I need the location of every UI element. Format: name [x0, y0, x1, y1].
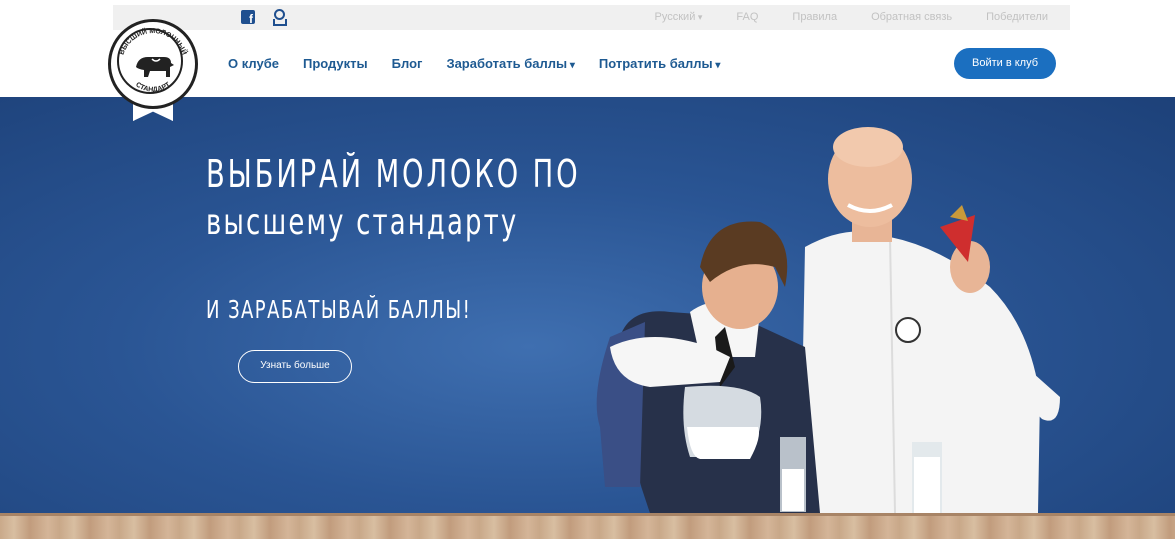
- logo-cow-icon: ВЫСШИЙ МОЛОЧНЫЙ СТАНДАРТ: [119, 27, 190, 94]
- hero-subheadline: И ЗАРАБАТЫВАЙ БАЛЛЫ!: [206, 295, 472, 324]
- facebook-icon[interactable]: [241, 10, 255, 26]
- nav-item-products[interactable]: Продукты: [303, 56, 368, 71]
- nav-item-spend-points[interactable]: Потратить баллы: [599, 56, 721, 71]
- nav-item-earn-points[interactable]: Заработать баллы: [446, 56, 574, 71]
- top-links: Русский FAQ Правила Обратная связь Побед…: [621, 11, 1048, 23]
- hero-headline-line-2: высшему стандарту: [206, 202, 519, 243]
- faq-link[interactable]: FAQ: [736, 11, 758, 23]
- login-button[interactable]: Войти в клуб: [954, 48, 1056, 79]
- language-selector[interactable]: Русский: [655, 11, 703, 23]
- page: Русский FAQ Правила Обратная связь Побед…: [0, 0, 1175, 539]
- nav-item-blog[interactable]: Блог: [392, 56, 423, 71]
- top-utility-bar: Русский FAQ Правила Обратная связь Побед…: [113, 5, 1070, 30]
- logo-text-bottom: СТАНДАРТ: [134, 81, 172, 94]
- odnoklassniki-icon[interactable]: [271, 9, 285, 25]
- feedback-link[interactable]: Обратная связь: [871, 11, 952, 23]
- learn-more-button[interactable]: Узнать больше: [238, 350, 352, 383]
- nav-item-about[interactable]: О клубе: [228, 56, 279, 71]
- social-links: [241, 9, 285, 26]
- winners-link[interactable]: Победители: [986, 11, 1048, 23]
- rules-link[interactable]: Правила: [792, 11, 837, 23]
- svg-text:СТАНДАРТ: СТАНДАРТ: [134, 81, 172, 94]
- svg-text:ВЫСШИЙ МОЛОЧНЫЙ: ВЫСШИЙ МОЛОЧНЫЙ: [119, 27, 190, 56]
- brand-logo[interactable]: ВЫСШИЙ МОЛОЧНЫЙ СТАНДАРТ: [108, 19, 198, 121]
- main-nav: О клубе Продукты Блог Заработать баллы П…: [228, 56, 744, 71]
- logo-text-top: ВЫСШИЙ МОЛОЧНЫЙ: [119, 27, 190, 56]
- hero-headline-line-1: ВЫБИРАЙ МОЛОКО ПО: [206, 152, 581, 196]
- hero-photo: [596, 127, 1060, 513]
- hero-banner: ВЫБИРАЙ МОЛОКО ПО высшему стандарту И ЗА…: [0, 97, 1175, 513]
- wooden-table: [0, 513, 1175, 539]
